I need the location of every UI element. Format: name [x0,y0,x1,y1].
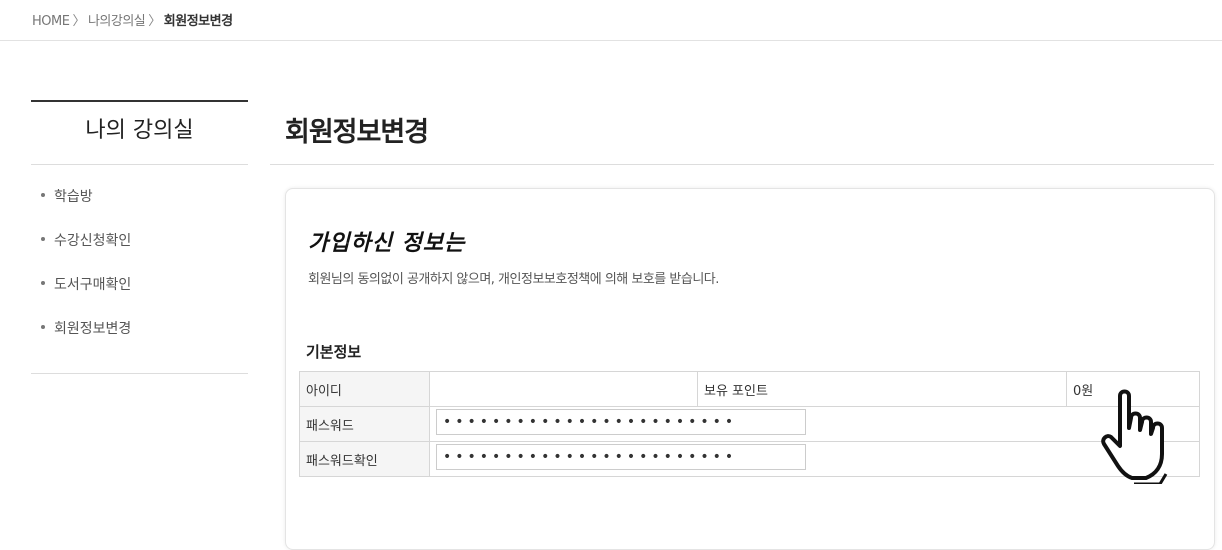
panel-heading: 가입하신 정보는 [308,230,466,256]
sidebar-item-book-purchase[interactable]: 도서구매확인 [31,263,248,307]
sidebar: 나의 강의실 학습방 수강신청확인 도서구매확인 회원정보변경 [31,100,248,374]
sidebar-menu: 학습방 수강신청확인 도서구매확인 회원정보변경 [31,165,248,374]
breadcrumb: HOME 〉 나의강의실 〉 회원정보변경 [32,10,233,29]
sidebar-item-label: 회원정보변경 [54,321,132,337]
sidebar-item-label: 학습방 [54,189,93,205]
header-divider [0,40,1222,41]
basic-info-table: 아이디 보유 포인트 0원 패스워드 •••••••••••••••••••••… [299,371,1200,477]
password-cell: •••••••••••••••••••••••• [429,406,1200,442]
id-label: 아이디 [299,371,430,407]
sidebar-title: 나의 강의실 [31,102,248,165]
password-confirm-label: 패스워드확인 [299,441,430,477]
title-divider [270,164,1214,165]
password-label: 패스워드 [299,406,430,442]
bullet-icon [41,237,45,241]
sidebar-item-member-info[interactable]: 회원정보변경 [31,307,248,351]
table-row: 패스워드 •••••••••••••••••••••••• [299,406,1200,442]
sidebar-item-label: 도서구매확인 [54,277,132,293]
id-value [429,371,698,407]
breadcrumb-current: 회원정보변경 [163,14,233,29]
password-input[interactable]: •••••••••••••••••••••••• [436,409,806,435]
sidebar-item-study-room[interactable]: 학습방 [31,175,248,219]
bullet-icon [41,193,45,197]
bullet-icon [41,281,45,285]
sidebar-item-enrollment[interactable]: 수강신청확인 [31,219,248,263]
bullet-icon [41,325,45,329]
breadcrumb-level1[interactable]: 나의강의실 [88,14,146,29]
password-confirm-input[interactable]: •••••••••••••••••••••••• [436,444,806,470]
sidebar-item-label: 수강신청확인 [54,233,132,249]
breadcrumb-home[interactable]: HOME [32,14,70,29]
privacy-notice: 회원님의 동의없이 공개하지 않으며, 개인정보보호정책에 의해 보호를 받습니… [308,272,719,287]
section-title: 기본정보 [306,343,362,361]
breadcrumb-separator: 〉 [148,14,161,29]
breadcrumb-separator: 〉 [72,14,85,29]
password-confirm-cell: •••••••••••••••••••••••• [429,441,1200,477]
hand-pointer-icon [1101,389,1168,484]
table-row: 패스워드확인 •••••••••••••••••••••••• [299,441,1200,477]
points-label: 보유 포인트 [697,371,1067,407]
page-title: 회원정보변경 [285,117,429,148]
member-info-panel: 가입하신 정보는 회원님의 동의없이 공개하지 않으며, 개인정보보호정책에 의… [285,188,1215,550]
table-row: 아이디 보유 포인트 0원 [299,371,1200,407]
